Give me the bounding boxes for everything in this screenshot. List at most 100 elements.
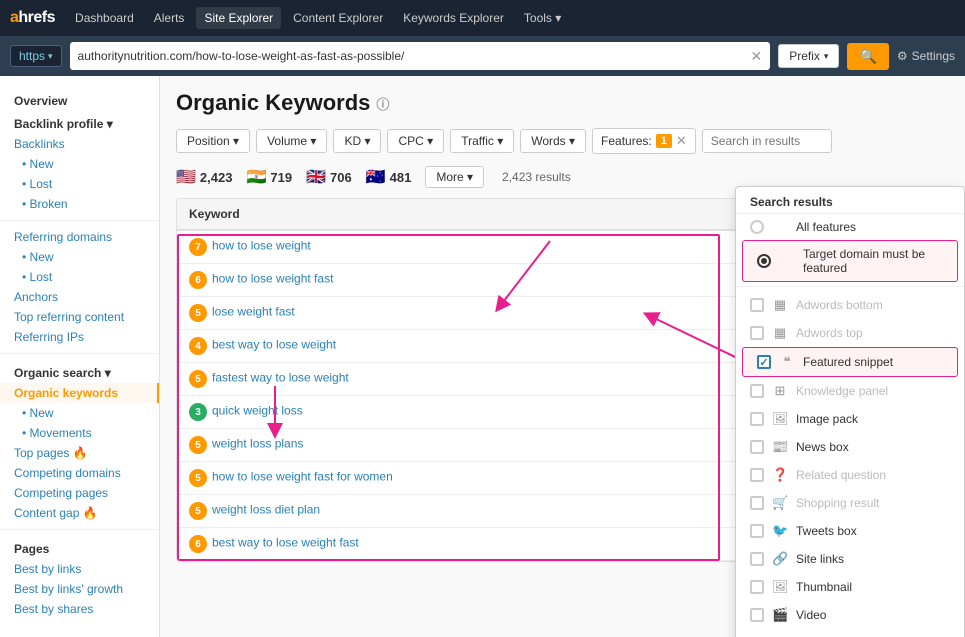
keyword-cell[interactable]: 6how to lose weight fast [177,264,811,297]
search-button[interactable]: 🔍 [847,43,888,70]
dropdown-item[interactable]: ❝ Featured snippet [742,347,958,377]
dropdown-item[interactable]: 🐦 Tweets box [736,517,964,545]
settings-button[interactable]: ⚙ Settings [897,49,955,63]
filter-position[interactable]: Position ▾ [176,129,250,153]
feature-icon: 🖼 [772,579,788,595]
more-countries-button[interactable]: More ▾ [425,166,484,188]
checkbox-control[interactable] [750,326,764,340]
features-clear-icon[interactable]: ✕ [676,133,687,149]
checkbox-control[interactable] [750,440,764,454]
dropdown-item[interactable]: 🖼 Thumbnail [736,573,964,601]
filter-words[interactable]: Words ▾ [520,129,586,153]
keyword-cell[interactable]: 6best way to lose weight fast [177,528,811,561]
checkbox-control[interactable] [750,468,764,482]
sidebar-item-competing-domains[interactable]: Competing domains [0,463,159,483]
sidebar-section-backlink-profile[interactable]: Backlink profile ▾ [0,111,159,134]
sidebar-item-competing-pages[interactable]: Competing pages [0,483,159,503]
nav-alerts[interactable]: Alerts [146,7,193,29]
sidebar-item-referring-ips[interactable]: Referring IPs [0,327,159,347]
sidebar-item-broken[interactable]: • Broken [0,194,159,214]
checkbox-control[interactable] [750,298,764,312]
sidebar-item-top-referring[interactable]: Top referring content [0,307,159,327]
dropdown-item[interactable]: All features [736,214,964,240]
keyword-cell[interactable]: 5fastest way to lose weight [177,363,811,396]
dropdown-item[interactable]: 🖼 Image pack [736,405,964,433]
prefix-button[interactable]: Prefix ▾ [778,44,839,68]
sidebar-item-ref-new[interactable]: • New [0,247,159,267]
sidebar-item-best-by-links-growth[interactable]: Best by links' growth [0,579,159,599]
checkbox-control[interactable] [750,412,764,426]
info-icon[interactable]: ⓘ [376,94,389,113]
radio-control[interactable] [757,254,771,268]
radio-control[interactable] [750,220,764,234]
nav-keywords-explorer[interactable]: Keywords Explorer [395,7,512,29]
url-input[interactable] [78,49,747,63]
filter-kd[interactable]: KD ▾ [333,129,381,153]
checkbox-control[interactable] [750,524,764,538]
dropdown-item[interactable]: ▦ Adwords bottom [736,291,964,319]
dropdown-item-label: Image pack [796,412,950,426]
keyword-cell[interactable]: 3quick weight loss [177,396,811,429]
dropdown-item-label: Thumbnail [796,580,950,594]
nav-tools[interactable]: Tools ▾ [516,7,569,29]
features-label: Features: [601,134,652,148]
page-title: Organic Keywords ⓘ [176,90,949,116]
checkbox-control[interactable] [750,552,764,566]
nav-dashboard[interactable]: Dashboard [67,7,142,29]
dropdown-item[interactable]: 🛒 Shopping result [736,489,964,517]
filter-traffic[interactable]: Traffic ▾ [450,129,514,153]
sidebar-item-org-new[interactable]: • New [0,403,159,423]
col-keyword[interactable]: Keyword [177,199,811,230]
sidebar-item-referring-domains[interactable]: Referring domains [0,227,159,247]
nav-site-explorer[interactable]: Site Explorer [196,7,281,29]
dropdown-item-label: Related question [796,468,950,482]
stat-us: 🇺🇸 2,423 [176,167,232,187]
sidebar-item-lost[interactable]: • Lost [0,174,159,194]
sidebar-item-organic-keywords[interactable]: Organic keywords [0,383,159,403]
search-results-input[interactable] [702,129,832,153]
keyword-cell[interactable]: 5lose weight fast [177,297,811,330]
keyword-cell[interactable]: 5weight loss diet plan [177,495,811,528]
checkbox-control[interactable] [750,384,764,398]
clear-url-icon[interactable]: ✕ [750,48,762,65]
dropdown-item[interactable]: ❓ Related question [736,461,964,489]
checkbox-control[interactable] [750,496,764,510]
dropdown-item-label: Adwords top [796,326,950,340]
sidebar-item-content-gap[interactable]: Content gap 🔥 [0,503,159,523]
filter-volume[interactable]: Volume ▾ [256,129,327,153]
sidebar-item-top-pages[interactable]: Top pages 🔥 [0,443,159,463]
sidebar-section-organic-search[interactable]: Organic search ▾ [0,360,159,383]
sidebar-item-backlinks[interactable]: Backlinks [0,134,159,154]
dropdown-item[interactable]: ▦ Adwords top [736,319,964,347]
stats-row: 🇺🇸 2,423 🇮🇳 719 🇬🇧 706 🇦🇺 481 More ▾ 2,4… [176,166,949,188]
dropdown-item[interactable]: ⊞ Knowledge panel [736,377,964,405]
sidebar-item-best-by-links[interactable]: Best by links [0,559,159,579]
sidebar-item-best-by-shares[interactable]: Best by shares [0,599,159,619]
keyword-cell[interactable]: 4best way to lose weight [177,330,811,363]
nav-content-explorer[interactable]: Content Explorer [285,7,391,29]
url-bar: https ▾ ✕ Prefix ▾ 🔍 ⚙ Settings [0,36,965,76]
dropdown-item-label: Target domain must be featured [803,247,943,275]
protocol-dropdown[interactable]: https ▾ [10,45,62,67]
filter-cpc[interactable]: CPC ▾ [387,129,444,153]
dropdown-item[interactable]: 📰 News box [736,433,964,461]
sidebar-item-org-movements[interactable]: • Movements [0,423,159,443]
checkbox-control[interactable] [750,608,764,622]
features-filter-btn[interactable]: Features: 1 ✕ [592,128,696,154]
dropdown-item[interactable]: 🔗 Site links [736,545,964,573]
sidebar-section-pages: Pages [0,536,159,559]
gear-icon: ⚙ [897,49,908,63]
features-count-badge: 1 [656,134,672,148]
sidebar-item-ref-lost[interactable]: • Lost [0,267,159,287]
sidebar-item-new[interactable]: • New [0,154,159,174]
dropdown-item[interactable]: 🎬 Video [736,601,964,629]
keyword-cell[interactable]: 5how to lose weight fast for women [177,462,811,495]
main-content: Organic Keywords ⓘ Position ▾ Volume ▾ K… [160,76,965,637]
keyword-cell[interactable]: 5weight loss plans [177,429,811,462]
dropdown-item[interactable]: Target domain must be featured [742,240,958,282]
feature-icon: 🐦 [772,523,788,539]
checkbox-control[interactable] [757,355,771,369]
checkbox-control[interactable] [750,580,764,594]
sidebar-item-anchors[interactable]: Anchors [0,287,159,307]
keyword-cell[interactable]: 7how to lose weight [177,230,811,264]
